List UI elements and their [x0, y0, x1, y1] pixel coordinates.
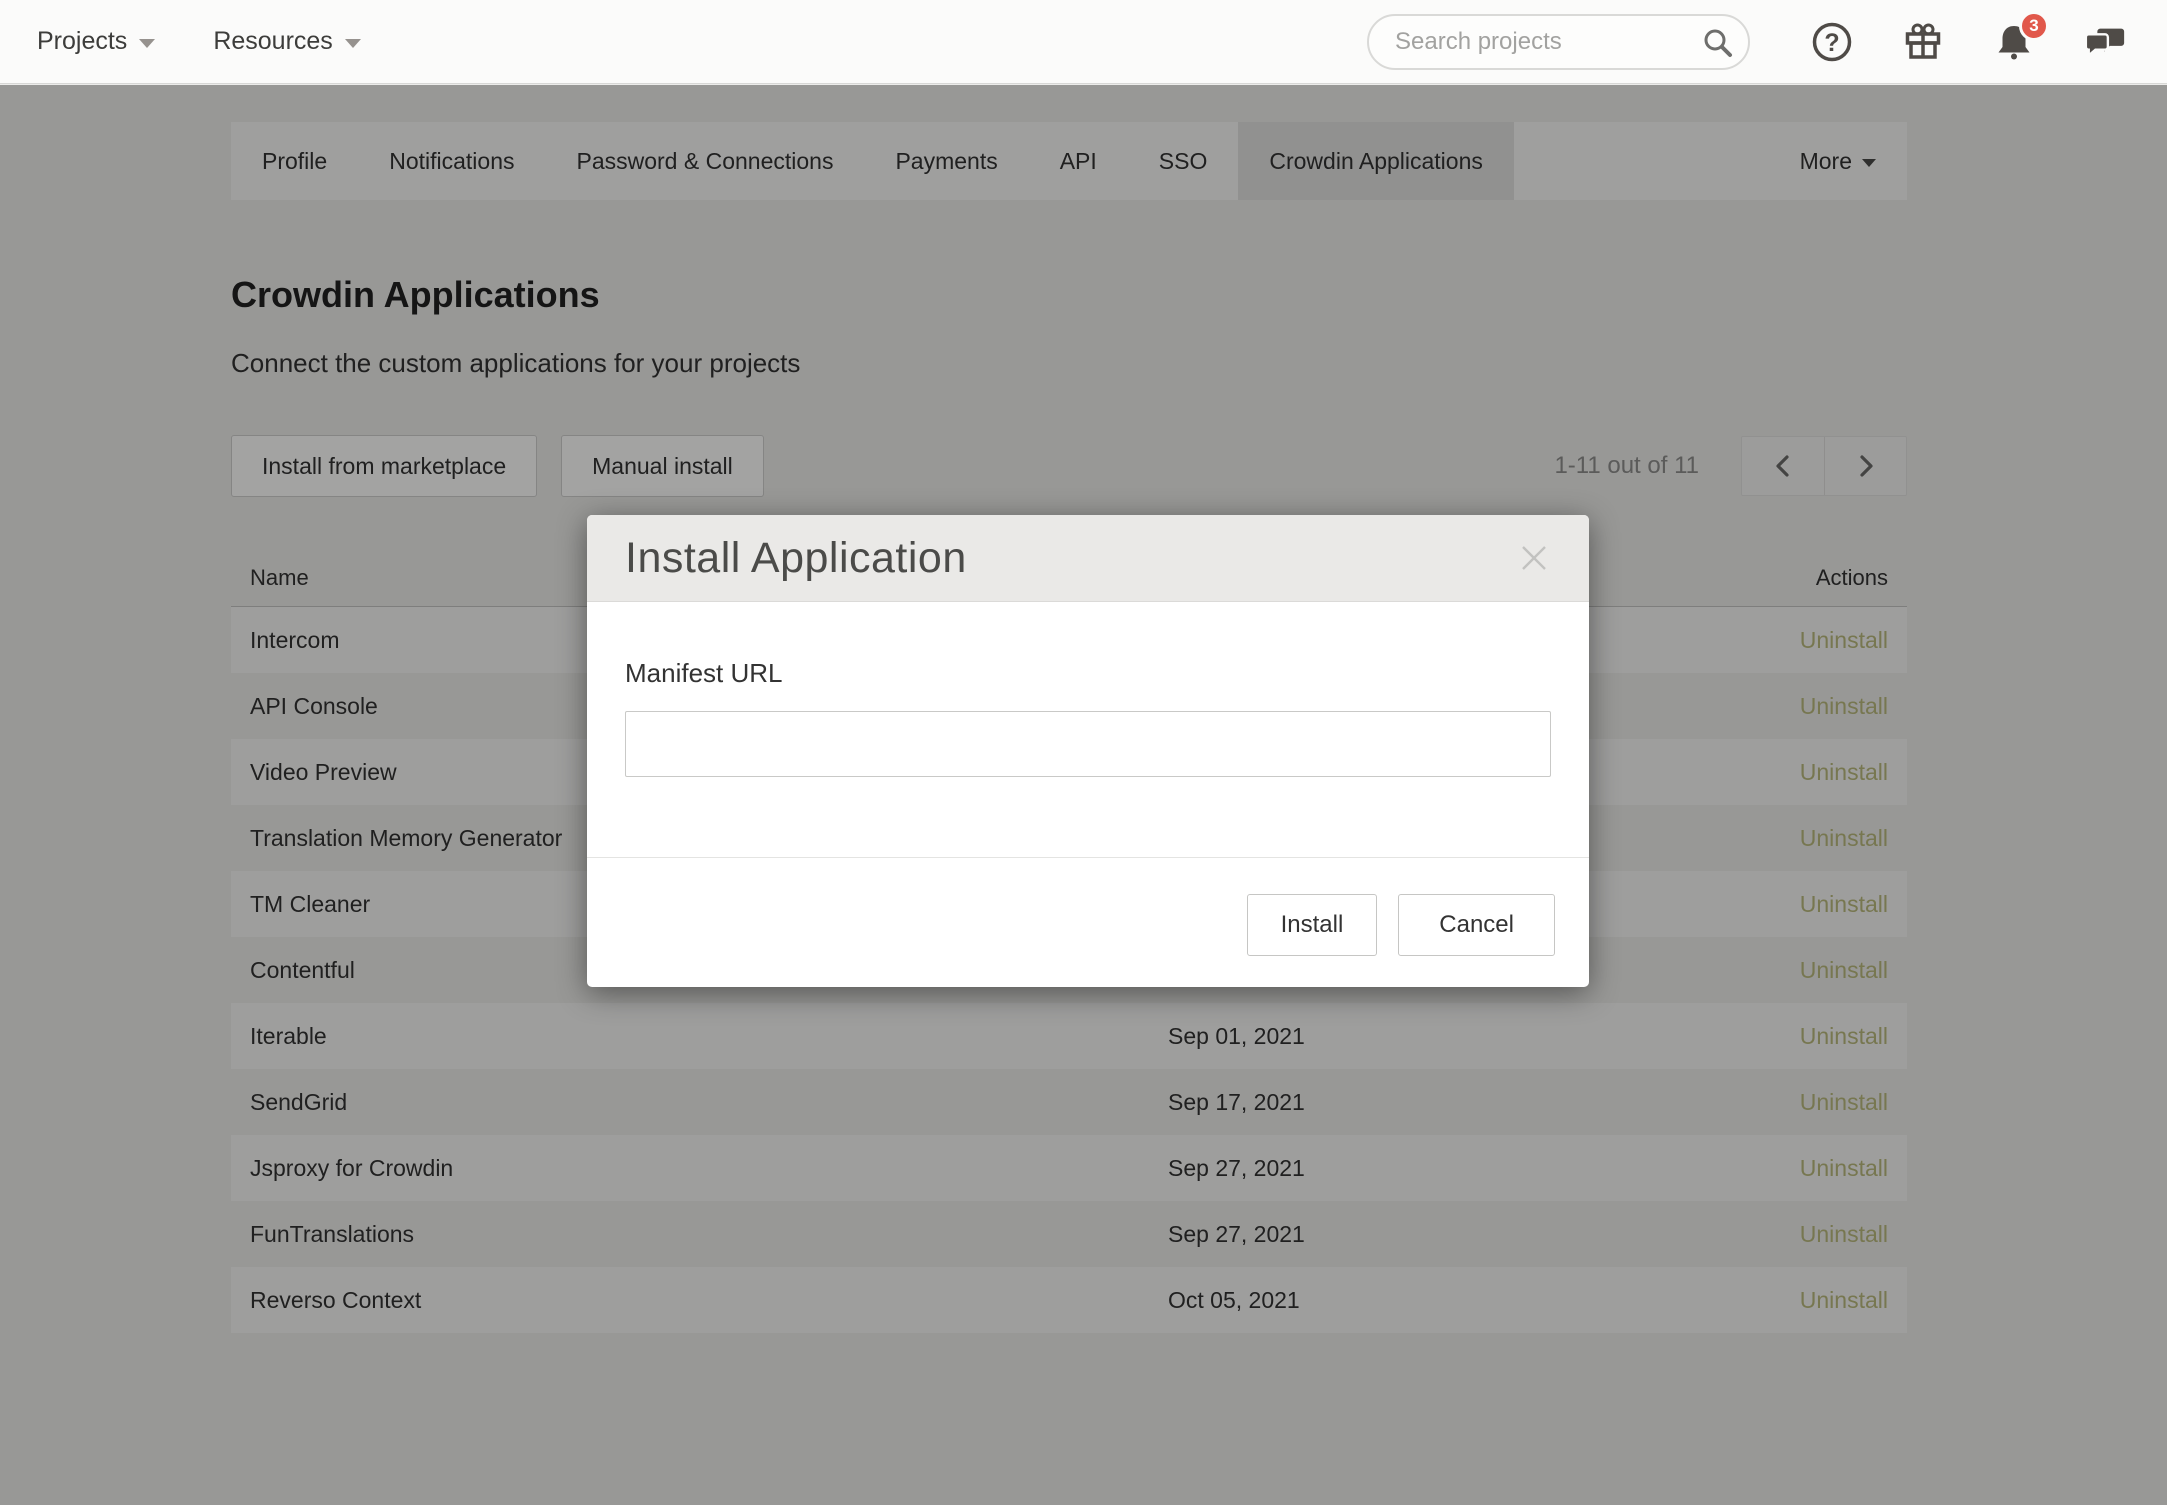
install-button[interactable]: Install: [1247, 894, 1378, 956]
close-icon[interactable]: [1517, 541, 1551, 575]
gift-icon[interactable]: [1901, 20, 1945, 64]
cancel-button[interactable]: Cancel: [1398, 894, 1555, 956]
bell-icon[interactable]: 3: [1992, 20, 2036, 64]
install-application-modal: Install Application Manifest URL Install…: [587, 515, 1589, 987]
resources-menu-label: Resources: [213, 27, 333, 56]
modal-body: Manifest URL: [587, 602, 1589, 777]
modal-header: Install Application: [587, 515, 1589, 602]
search-input[interactable]: [1367, 14, 1750, 70]
projects-menu-label: Projects: [37, 27, 127, 56]
search-icon[interactable]: [1701, 26, 1734, 59]
projects-menu[interactable]: Projects: [37, 27, 155, 56]
manifest-url-label: Manifest URL: [625, 658, 1551, 689]
topbar-icon-group: ? 3: [1810, 20, 2127, 64]
chevron-down-icon: [345, 39, 361, 48]
svg-text:?: ?: [1824, 29, 1839, 57]
chevron-down-icon: [139, 39, 155, 48]
chat-icon[interactable]: [2083, 20, 2127, 64]
notification-badge: 3: [2019, 11, 2049, 41]
modal-footer: Install Cancel: [587, 857, 1589, 956]
manifest-url-input[interactable]: [625, 711, 1551, 777]
resources-menu[interactable]: Resources: [213, 27, 361, 56]
top-navigation-bar: Projects Resources ?: [0, 0, 2167, 84]
help-icon[interactable]: ?: [1810, 20, 1854, 64]
search-box: [1367, 14, 1750, 70]
modal-title: Install Application: [625, 534, 967, 583]
